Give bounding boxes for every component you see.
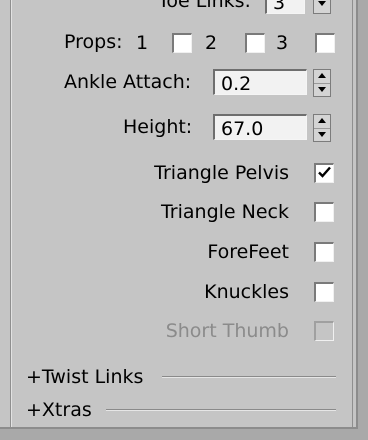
height-label: Height: [123, 116, 193, 138]
toe-links-dropdown[interactable]: 3 [265, 0, 305, 14]
props-1-checkbox[interactable] [172, 33, 192, 53]
short-thumb-label: Short Thumb [165, 320, 289, 342]
xtras-divider [106, 409, 336, 411]
chevron-down-icon [314, 0, 330, 10]
height-input[interactable]: 67.0 [213, 114, 307, 140]
ankle-attach-label: Ankle Attach: [64, 71, 192, 93]
props-1-label: 1 [136, 32, 149, 54]
triangle-pelvis-label: Triangle Pelvis [154, 162, 289, 184]
triangle-neck-checkbox[interactable] [314, 202, 334, 222]
twist-links-divider [162, 376, 336, 378]
spinner-down-icon[interactable] [314, 83, 330, 96]
ankle-attach-input[interactable]: 0.2 [213, 69, 307, 95]
props-2-checkbox[interactable] [245, 33, 265, 53]
triangle-pelvis-checkbox[interactable] [314, 163, 334, 183]
twist-links-rollout[interactable]: +Twist Links [26, 364, 143, 390]
height-spinner[interactable] [313, 114, 331, 142]
knuckles-label: Knuckles [204, 281, 289, 303]
props-label: Props: [64, 31, 123, 53]
spinner-up-icon[interactable] [314, 70, 330, 84]
short-thumb-checkbox [314, 321, 334, 341]
xtras-rollout[interactable]: +Xtras [26, 397, 92, 423]
forefeet-label: ForeFeet [207, 241, 289, 263]
toe-links-dropdown-button[interactable] [313, 0, 331, 14]
toe-links-value: 3 [273, 0, 286, 14]
ankle-attach-value: 0.2 [221, 73, 252, 95]
height-value: 67.0 [221, 118, 264, 140]
forefeet-checkbox[interactable] [314, 242, 334, 262]
props-2-label: 2 [205, 32, 218, 54]
ankle-attach-spinner[interactable] [313, 69, 331, 97]
toe-links-label: Toe Links: [158, 0, 251, 12]
props-3-checkbox[interactable] [315, 33, 335, 53]
biped-structure-panel: Toe Links: 3 Props: 1 2 3 Ankle Attach: … [0, 0, 358, 429]
knuckles-checkbox[interactable] [314, 282, 334, 302]
spinner-up-icon[interactable] [314, 115, 330, 129]
checkmark-icon [318, 166, 331, 178]
props-3-label: 3 [276, 32, 289, 54]
spinner-down-icon[interactable] [314, 128, 330, 141]
triangle-neck-label: Triangle Neck [160, 201, 289, 223]
